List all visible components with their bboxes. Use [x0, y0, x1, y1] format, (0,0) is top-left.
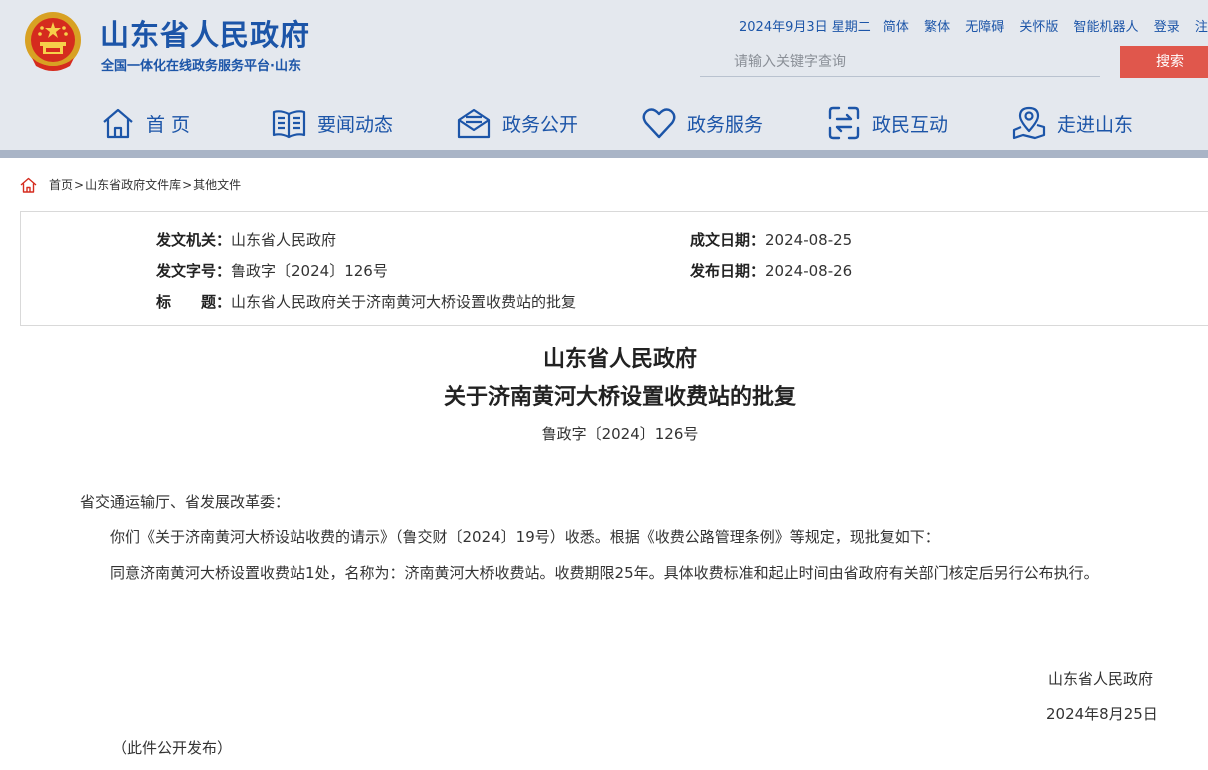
- site-subtitle[interactable]: 全国一体化在线政务服务平台·山东: [101, 55, 301, 74]
- title-value: 山东省人民政府关于济南黄河大桥设置收费站的批复: [231, 293, 577, 311]
- paragraph-1: 你们《关于济南黄河大桥设站收费的请示》（鲁交财〔2024〕19号）收悉。根据《收…: [110, 528, 940, 546]
- nav-item-home[interactable]: 首 页: [100, 100, 190, 146]
- title-key: 标 题：: [156, 293, 232, 311]
- docno-row: 发文字号：鲁政字〔2024〕126号: [156, 260, 388, 281]
- site-header: 山东省人民政府 全国一体化在线政务服务平台·山东 2024年9月3日 星期二 简…: [0, 0, 1208, 150]
- nav-item-gov-affairs[interactable]: 政务公开: [456, 100, 578, 146]
- publish-date-value: 2024-08-26: [765, 262, 853, 280]
- issuer-value: 山东省人民政府: [231, 231, 337, 249]
- issuer-key: 发文机关：: [156, 231, 232, 249]
- simplified-chinese-link[interactable]: 简体: [883, 20, 909, 35]
- traditional-chinese-link[interactable]: 繁体: [924, 20, 950, 35]
- smart-robot-link[interactable]: 智能机器人: [1074, 20, 1139, 35]
- current-date: 2024年9月3日 星期二: [739, 20, 871, 35]
- main-nav: 首 页 要闻动态 政务公开 政务服务 政民互动 走进山东: [0, 100, 1208, 148]
- national-emblem-icon: [25, 12, 81, 71]
- docno-key: 发文字号：: [156, 262, 232, 280]
- breadcrumb-home[interactable]: 首页: [49, 176, 73, 193]
- nav-item-about-shandong[interactable]: 走进山东: [1011, 100, 1133, 146]
- interaction-icon: [828, 106, 860, 140]
- nav-label: 要闻动态: [317, 113, 394, 136]
- signature-date: 2024年8月25日: [1046, 705, 1158, 723]
- header-divider: [0, 150, 1208, 158]
- document-title-line1: 山东省人民政府: [542, 347, 697, 372]
- nav-item-interaction[interactable]: 政民互动: [826, 100, 948, 146]
- search-input[interactable]: [700, 47, 1100, 77]
- home-icon: [103, 108, 133, 139]
- nav-item-news[interactable]: 要闻动态: [271, 100, 393, 146]
- home-icon[interactable]: [20, 177, 37, 193]
- document-title-line2: 关于济南黄河大桥设置收费站的批复: [443, 385, 796, 410]
- salutation: 省交通运输厅、省发展改革委：: [80, 493, 291, 511]
- made-date-value: 2024-08-25: [765, 231, 853, 249]
- site-title[interactable]: 山东省人民政府: [100, 12, 310, 54]
- publish-date-row: 发布日期：2024-08-26: [690, 260, 852, 281]
- top-links: 2024年9月3日 星期二 简体 繁体 无障碍 关怀版 智能机器人 登录 注册: [739, 16, 1208, 35]
- accessibility-link[interactable]: 无障碍: [965, 20, 1004, 35]
- publish-date-key: 发布日期：: [690, 262, 766, 280]
- heart-icon: [642, 108, 676, 139]
- breadcrumb-file-library[interactable]: 山东省政府文件库: [85, 176, 181, 193]
- made-date-key: 成文日期：: [690, 231, 766, 249]
- register-link[interactable]: 注册: [1195, 20, 1208, 35]
- breadcrumb: 首页 > 山东省政府文件库 > 其他文件: [20, 176, 241, 193]
- breadcrumb-separator: >: [182, 177, 193, 192]
- title-row: 标 题：山东省人民政府关于济南黄河大桥设置收费站的批复: [156, 291, 576, 312]
- location-icon: [1012, 106, 1046, 140]
- nav-item-gov-services[interactable]: 政务服务: [641, 100, 763, 146]
- document-number: 鲁政字〔2024〕126号: [541, 425, 699, 443]
- nav-label: 首 页: [146, 113, 191, 136]
- nav-label: 走进山东: [1057, 113, 1134, 136]
- nav-label: 政务公开: [502, 113, 579, 136]
- care-mode-link[interactable]: 关怀版: [1019, 20, 1058, 35]
- issuer-row: 发文机关：山东省人民政府: [156, 229, 336, 250]
- nav-label: 政民互动: [872, 113, 949, 136]
- paragraph-2: 同意济南黄河大桥设置收费站1处，名称为：济南黄河大桥收费站。收费期限25年。具体…: [110, 564, 1099, 582]
- book-icon: [272, 110, 306, 139]
- nav-label: 政务服务: [687, 113, 764, 136]
- breadcrumb-separator: >: [74, 177, 85, 192]
- login-link[interactable]: 登录: [1154, 20, 1180, 35]
- mail-icon: [457, 108, 491, 139]
- signature-org: 山东省人民政府: [1048, 670, 1154, 688]
- breadcrumb-other-files[interactable]: 其他文件: [193, 176, 241, 193]
- public-release-note: （此件公开发布）: [112, 739, 233, 757]
- made-date-row: 成文日期：2024-08-25: [690, 229, 852, 250]
- search-button[interactable]: 搜索: [1120, 46, 1208, 78]
- document-info-box: 发文机关：山东省人民政府 发文字号：鲁政字〔2024〕126号 标 题：山东省人…: [20, 211, 1208, 326]
- docno-value: 鲁政字〔2024〕126号: [231, 262, 388, 280]
